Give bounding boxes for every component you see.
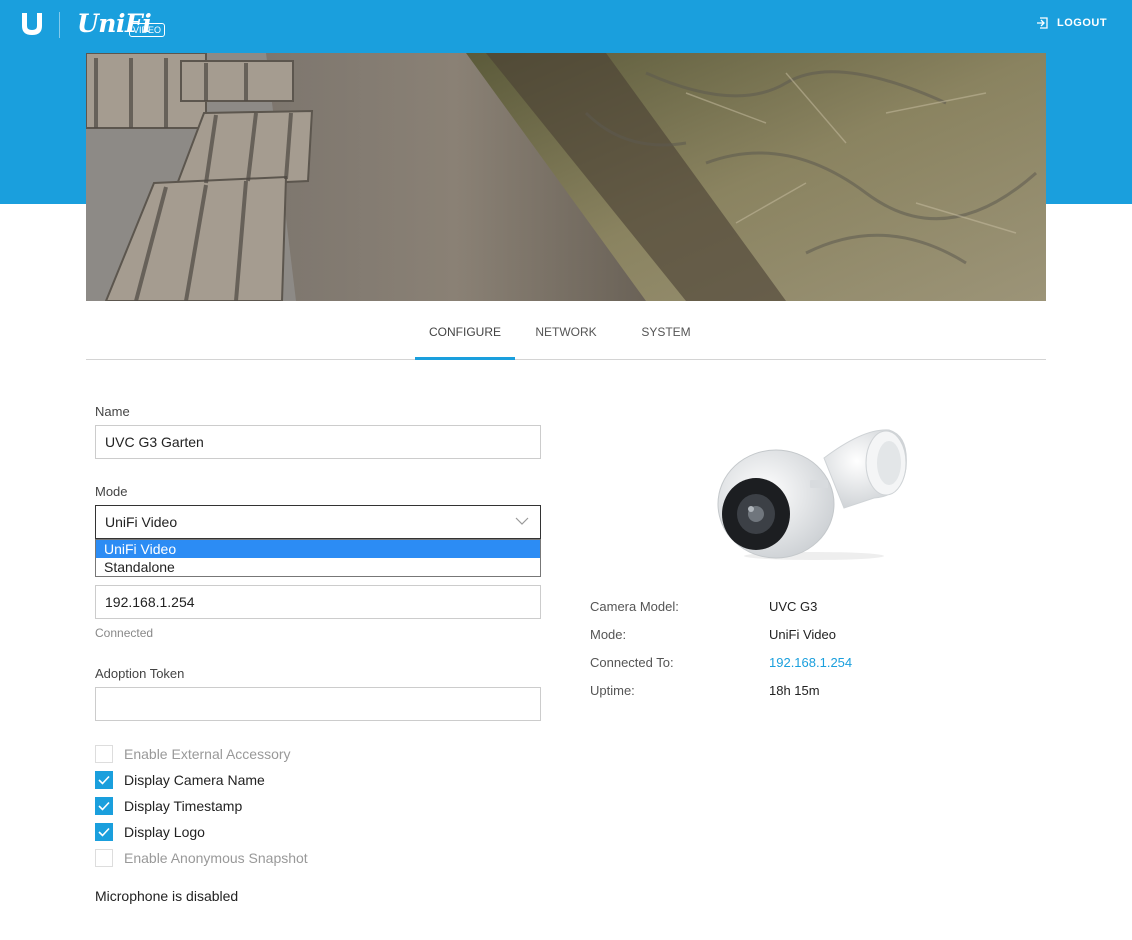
checkbox-box	[95, 797, 113, 815]
logout-icon	[1037, 17, 1048, 29]
mode-select-value: UniFi Video	[105, 514, 178, 530]
tab-configure[interactable]: CONFIGURE	[415, 310, 515, 360]
mode-label: Mode	[95, 484, 128, 499]
checkmark-icon	[98, 827, 110, 837]
checkmark-icon	[98, 775, 110, 785]
checkmark-icon	[98, 801, 110, 811]
chevron-down-icon	[515, 517, 529, 525]
microphone-status: Microphone is disabled	[95, 888, 239, 904]
ubiquiti-u-icon[interactable]	[19, 11, 45, 37]
mode-select[interactable]: UniFi Video	[95, 505, 541, 539]
controller-host-input[interactable]: 192.168.1.254	[95, 585, 541, 619]
adoption-token-input[interactable]	[95, 687, 541, 721]
info-key-uptime: Uptime:	[590, 683, 635, 698]
checkbox-label: Enable External Accessory	[124, 746, 291, 762]
logout-label: LOGOUT	[1057, 17, 1108, 29]
info-key-connected-to: Connected To:	[590, 655, 674, 670]
checkbox-box	[95, 771, 113, 789]
name-input[interactable]: UVC G3 Garten	[95, 425, 541, 459]
video-badge: VIDEO	[129, 23, 166, 37]
checkbox-external-accessory[interactable]: Enable External Accessory	[95, 745, 291, 763]
settings-tabs: CONFIGURE NETWORK SYSTEM	[86, 310, 1046, 360]
checkbox-box	[95, 745, 113, 763]
tab-system[interactable]: SYSTEM	[631, 310, 701, 360]
mode-option-unifi-video[interactable]: UniFi Video	[96, 540, 540, 558]
checkbox-display-camera-name[interactable]: Display Camera Name	[95, 771, 265, 789]
checkbox-display-logo[interactable]: Display Logo	[95, 823, 205, 841]
checkbox-display-timestamp[interactable]: Display Timestamp	[95, 797, 242, 815]
brand-separator	[59, 12, 60, 38]
checkbox-label: Enable Anonymous Snapshot	[124, 850, 308, 866]
checkbox-label: Display Logo	[124, 824, 205, 840]
info-value-connected-to-link[interactable]: 192.168.1.254	[769, 655, 852, 670]
checkbox-box	[95, 849, 113, 867]
info-key-mode: Mode:	[590, 627, 627, 642]
checkbox-label: Display Camera Name	[124, 772, 265, 788]
info-key-camera-model: Camera Model:	[590, 599, 679, 614]
info-value-uptime: 18h 15m	[769, 683, 820, 698]
name-label: Name	[95, 404, 130, 419]
tab-network[interactable]: NETWORK	[526, 310, 606, 360]
adoption-token-label: Adoption Token	[95, 666, 185, 681]
mode-dropdown-list: UniFi Video Standalone	[95, 539, 541, 577]
camera-product-image	[717, 429, 907, 560]
checkbox-box	[95, 823, 113, 841]
checkbox-anonymous-snapshot[interactable]: Enable Anonymous Snapshot	[95, 849, 308, 867]
logout-button[interactable]: LOGOUT	[1036, 17, 1107, 29]
connection-status: Connected	[95, 626, 154, 640]
info-value-camera-model: UVC G3	[769, 599, 818, 614]
mode-option-standalone[interactable]: Standalone	[96, 558, 540, 576]
checkbox-label: Display Timestamp	[124, 798, 243, 814]
info-value-mode: UniFi Video	[769, 627, 836, 642]
camera-snapshot	[86, 53, 1046, 301]
